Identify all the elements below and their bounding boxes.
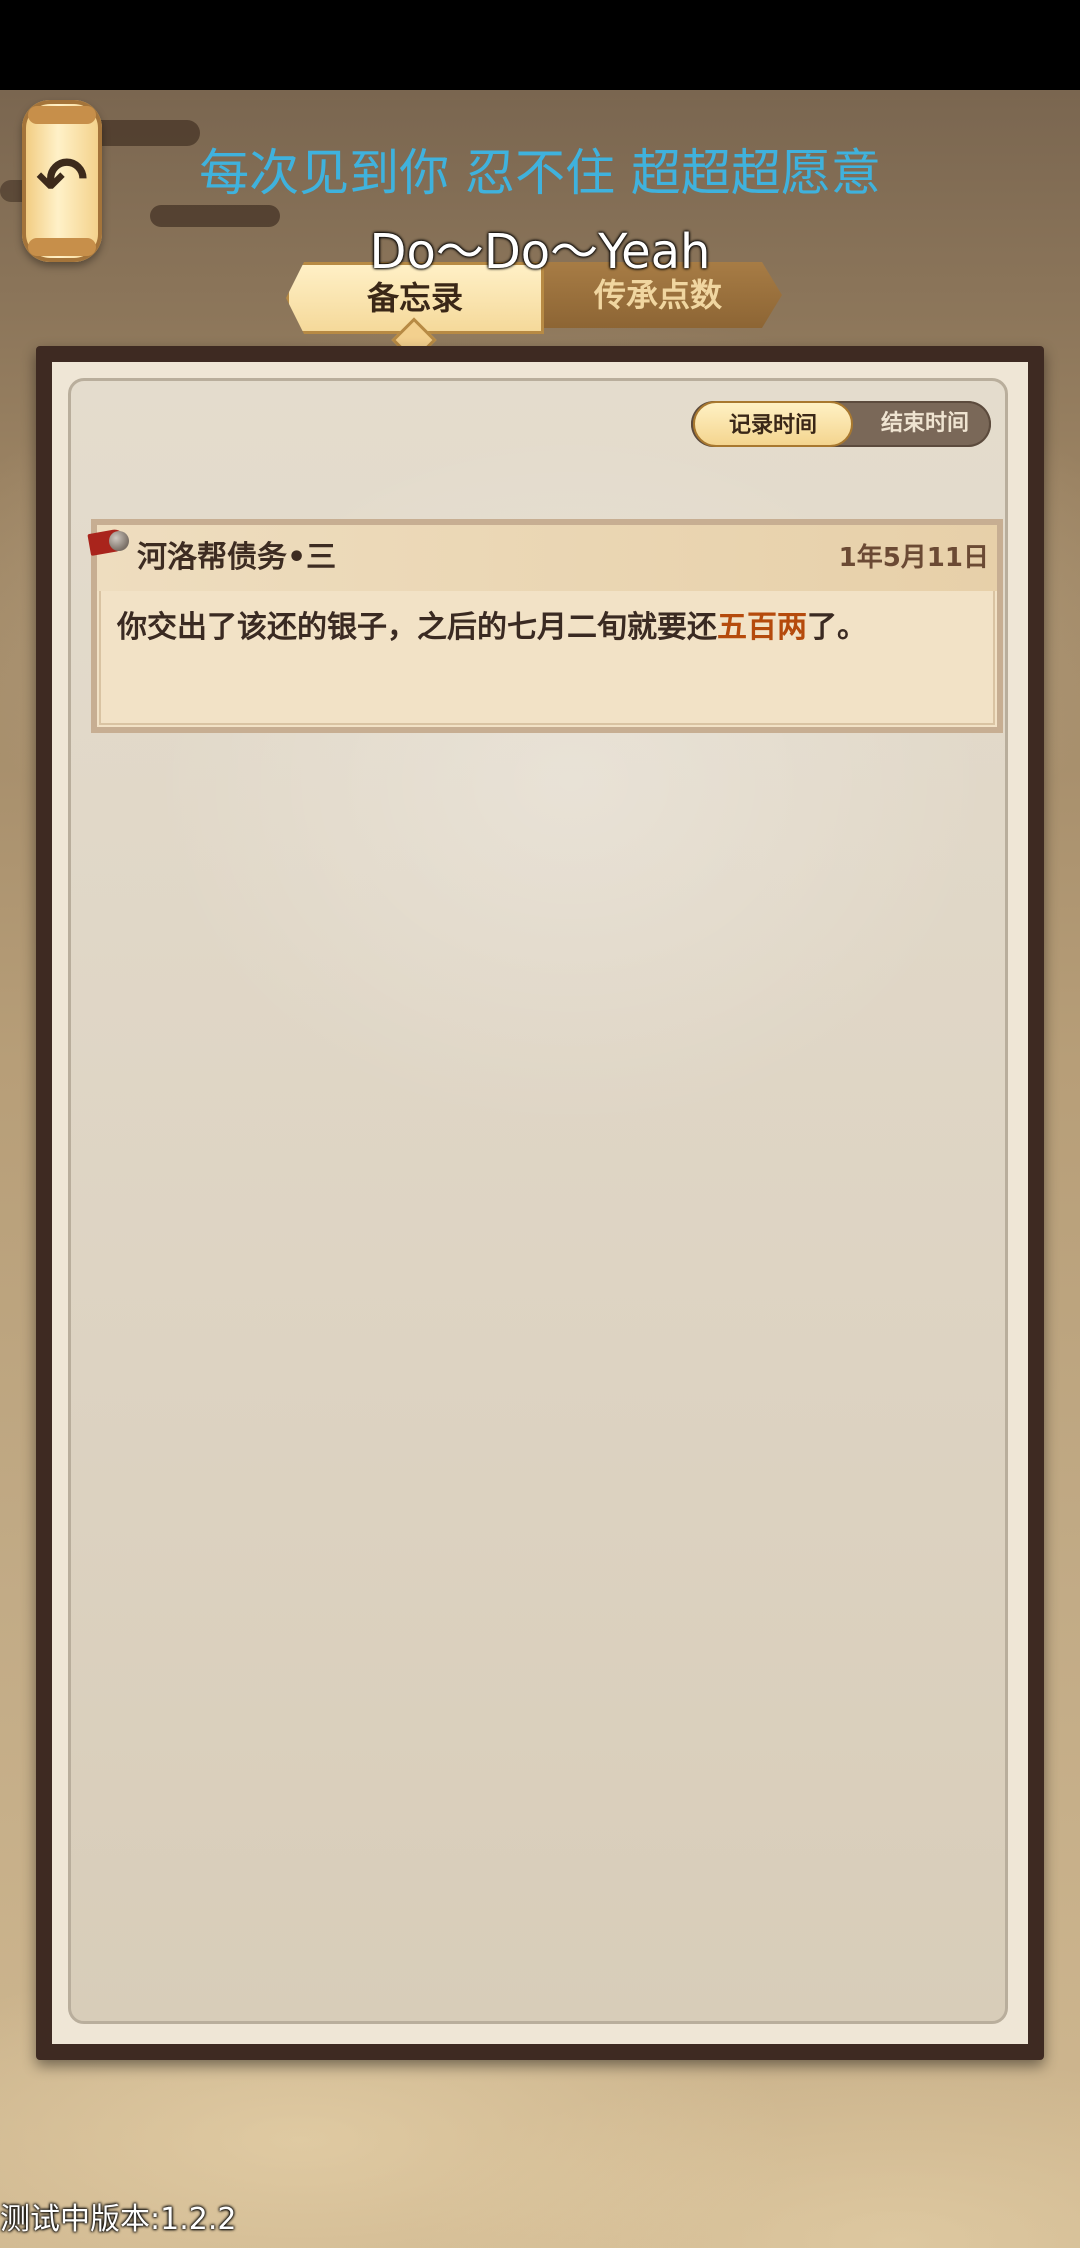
- version-label: 测试中版本:1.2.2: [0, 2202, 237, 2237]
- memo-title: 河洛帮债务•三: [137, 540, 337, 575]
- memo-list[interactable]: 记录时间 结束时间 河洛帮债务•三 1年5月11日 你交出了该还的银子，之后的七…: [68, 378, 1008, 2024]
- status-bar: [0, 0, 1080, 90]
- sort-by-end-time[interactable]: 结束时间: [861, 401, 989, 447]
- sort-toggle[interactable]: 记录时间 结束时间: [691, 401, 991, 447]
- memo-panel: 记录时间 结束时间 河洛帮债务•三 1年5月11日 你交出了该还的银子，之后的七…: [36, 346, 1044, 2060]
- scroll-cap: [28, 106, 96, 124]
- memo-panel-inner: 记录时间 结束时间 河洛帮债务•三 1年5月11日 你交出了该还的银子，之后的七…: [52, 362, 1028, 2044]
- lyric-overlay: 每次见到你 忍不住 超超超愿意: [199, 144, 881, 202]
- memo-card-header: 河洛帮债务•三 1年5月11日: [97, 525, 997, 591]
- memo-body: 你交出了该还的银子，之后的七月二旬就要还五百两了。: [117, 605, 977, 651]
- memo-body-text-end: 了。: [807, 610, 867, 645]
- lyric-overlay-sub: Do～Do～Yeah: [369, 224, 711, 280]
- memo-body-text: 你交出了该还的银子，之后的七月二旬就要还: [117, 610, 717, 645]
- sort-by-record-time[interactable]: 记录时间: [693, 401, 853, 447]
- memo-body-highlight: 五百两: [717, 610, 807, 645]
- pin-icon: [109, 531, 129, 551]
- memo-date: 1年5月11日: [838, 543, 989, 573]
- memo-card[interactable]: 河洛帮债务•三 1年5月11日 你交出了该还的银子，之后的七月二旬就要还五百两了…: [87, 519, 1003, 733]
